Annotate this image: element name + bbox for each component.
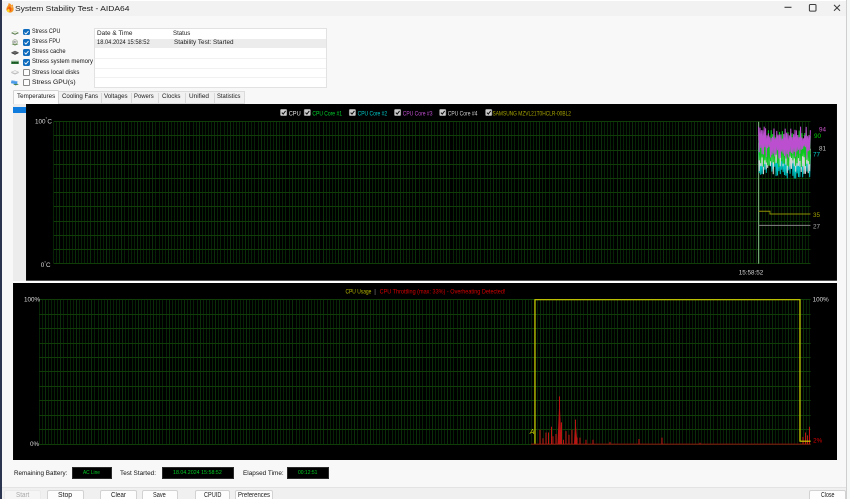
svg-text:35: 35 xyxy=(813,212,820,219)
svg-text:100%: 100% xyxy=(24,296,40,303)
svg-text:0°C: 0°C xyxy=(41,261,51,270)
svg-text:90: 90 xyxy=(814,133,821,140)
svg-text:27: 27 xyxy=(813,223,820,230)
svg-text:100%: 100% xyxy=(813,296,829,303)
svg-text:CPU Core #1: CPU Core #1 xyxy=(312,110,342,117)
svg-text:87: 87 xyxy=(13,40,17,44)
svg-text:77: 77 xyxy=(813,152,820,159)
svg-text:SAMSUNG MZVL21T0HCLR-00BL2: SAMSUNG MZVL21T0HCLR-00BL2 xyxy=(492,110,571,117)
svg-text:15:58:52: 15:58:52 xyxy=(739,269,764,276)
svg-text:CPU Usage: CPU Usage xyxy=(345,289,371,296)
svg-text:0%: 0% xyxy=(30,441,39,448)
svg-text:100°C: 100°C xyxy=(35,117,52,126)
svg-text:CPU Throttling (max: 33%) - Ov: CPU Throttling (max: 33%) - Overheating … xyxy=(380,289,506,296)
svg-text:CPU Core #2: CPU Core #2 xyxy=(358,110,388,117)
svg-text:A: A xyxy=(529,429,535,436)
svg-text:CPU: CPU xyxy=(289,110,301,117)
svg-text:CPU Core #3: CPU Core #3 xyxy=(403,110,433,117)
svg-text:CPU Core #4: CPU Core #4 xyxy=(448,110,478,117)
svg-text:2%: 2% xyxy=(813,437,822,444)
svg-text:81: 81 xyxy=(819,146,826,153)
